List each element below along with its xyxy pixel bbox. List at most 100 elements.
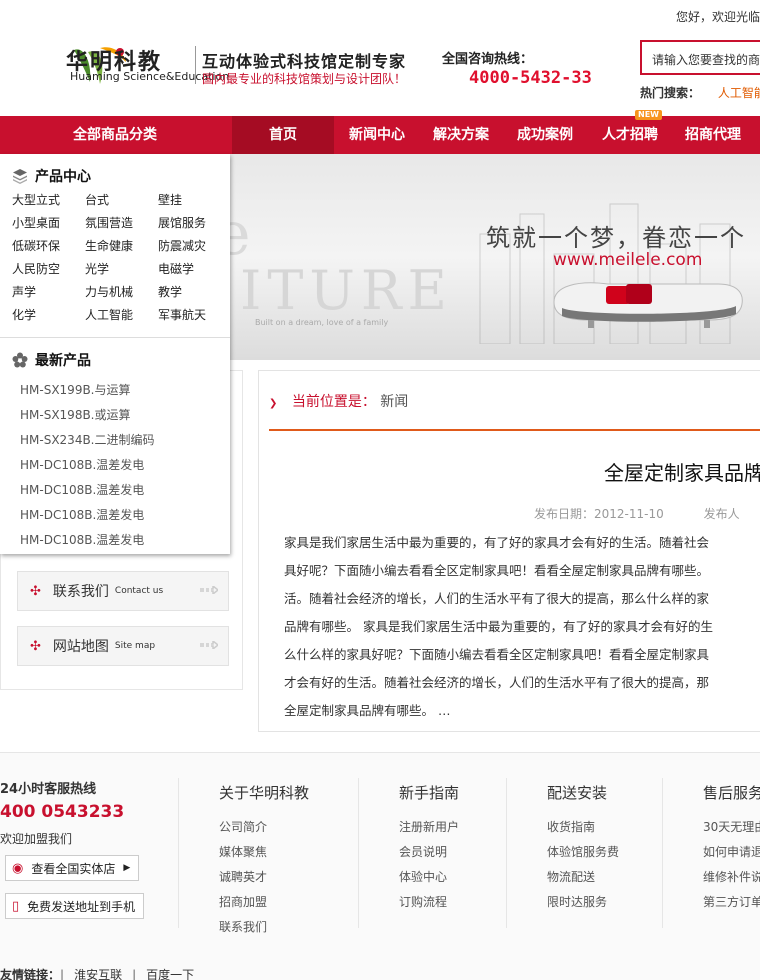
category-link[interactable]: 小型桌面	[12, 215, 85, 231]
category-link[interactable]: 大型立式	[12, 192, 85, 208]
article-body: 家具是我们家居生活中最为重要的，有了好的家具才会有好的生活。随着社会 具好呢？下…	[284, 529, 760, 725]
footer-col-title: 关于华明科教	[219, 784, 310, 802]
category-link[interactable]: 人民防空	[12, 261, 85, 277]
category-link[interactable]: 低碳环保	[12, 238, 85, 254]
footer-link[interactable]: 订购流程	[399, 890, 459, 915]
footer-link[interactable]: 收货指南	[547, 815, 619, 840]
hot-search: 热门搜索： 人工智能	[640, 84, 760, 101]
footer-link[interactable]: 30天无理由	[703, 815, 760, 840]
breadcrumb: ❯ 当前位置是： 新闻	[269, 391, 408, 411]
footer-col-delivery: 配送安装 收货指南 体验馆服务费 物流配送 限时达服务	[547, 782, 619, 915]
nav-agency[interactable]: 招商代理	[672, 116, 754, 154]
category-link[interactable]: 军事航天	[158, 307, 222, 323]
sitemap-button[interactable]: ✣ 网站地图 Site map	[17, 626, 229, 666]
category-link[interactable]: 氛围营造	[85, 215, 158, 231]
category-link[interactable]: 壁挂	[158, 192, 222, 208]
category-link[interactable]: 教学	[158, 284, 222, 300]
send-to-phone-button[interactable]: ▯ 免费发送地址到手机	[5, 893, 145, 919]
map-pin-icon: ◉	[12, 860, 24, 876]
banner-url: www.meilele.com	[553, 250, 703, 270]
footer-col-guide: 新手指南 注册新用户 会员说明 体验中心 订购流程	[399, 782, 459, 915]
category-link[interactable]: 展馆服务	[158, 215, 222, 231]
service-hotline-title: 24小时客服热线	[0, 782, 97, 797]
category-link[interactable]: 声学	[12, 284, 85, 300]
footer-col-title: 售后服务	[703, 784, 760, 802]
category-link[interactable]: 生命健康	[85, 238, 158, 254]
new-badge: NEW	[635, 110, 662, 120]
phone-icon: ▯	[12, 898, 20, 914]
footer-link[interactable]: 联系我们	[219, 915, 309, 940]
article-panel: ❯ 当前位置是： 新闻 全屋定制家具品牌 发布日期：2012-11-10 发布人…	[258, 370, 760, 732]
product-link[interactable]: HM-SX198B.或运算	[20, 403, 155, 428]
search-input[interactable]: 请输入您要查找的商品	[640, 40, 760, 75]
divider	[269, 429, 760, 431]
category-dropdown: 产品中心 大型立式 台式 壁挂 小型桌面 氛围营造 展馆服务 低碳环保 生命健康…	[0, 154, 230, 554]
footer-link[interactable]: 招商加盟	[219, 890, 309, 915]
friend-link[interactable]: 淮安互联	[74, 968, 122, 980]
article-meta: 发布日期：2012-11-10 发布人	[534, 505, 740, 522]
product-link[interactable]: HM-SX199B.与运算	[20, 378, 155, 403]
footer-col-title: 配送安装	[547, 784, 608, 802]
category-link[interactable]: 人工智能	[85, 307, 158, 323]
footer-col-aftersales: 售后服务 30天无理由 如何申请退 维修补件说 第三方订单	[703, 782, 760, 915]
article-line: 家具是我们家居生活中最为重要的，有了好的家具才会有好的生活。随着社会	[284, 535, 710, 550]
main-nav: 全部商品分类 首页 新闻中心 解决方案 成功案例 人才招聘 NEW 招商代理 N…	[0, 110, 760, 154]
divider	[0, 337, 230, 338]
nav-news[interactable]: 新闻中心	[334, 116, 420, 154]
footer-link[interactable]: 物流配送	[547, 865, 619, 890]
footer-link[interactable]: 诚聘英才	[219, 865, 309, 890]
footer-link[interactable]: 公司简介	[219, 815, 309, 840]
category-link[interactable]: 化学	[12, 307, 85, 323]
product-link[interactable]: HM-DC108B.温差发电	[20, 503, 155, 528]
nav-more[interactable]: NE	[754, 116, 760, 154]
product-link[interactable]: HM-DC108B.温差发电	[20, 528, 155, 553]
nav-cases[interactable]: 成功案例	[502, 116, 588, 154]
slogan-sub: 国内最专业的科技馆策划与设计团队！	[202, 72, 407, 86]
product-center-heading: 产品中心	[12, 166, 91, 186]
product-center-title: 产品中心	[35, 169, 91, 185]
footer-link[interactable]: 会员说明	[399, 840, 459, 865]
footer-link[interactable]: 媒体聚焦	[219, 840, 309, 865]
contact-label-en: Contact us	[114, 586, 164, 596]
product-link[interactable]: HM-DC108B.温差发电	[20, 453, 155, 478]
arrow-right-icon	[200, 641, 218, 649]
banner-title: 筑就一个梦，眷恋一个	[486, 224, 746, 252]
breadcrumb-label: 当前位置是：	[291, 394, 376, 410]
article-title: 全屋定制家具品牌	[604, 461, 760, 485]
footer-link[interactable]: 限时达服务	[547, 890, 619, 915]
flower-icon	[12, 352, 28, 368]
plus-icon: ✣	[30, 583, 41, 599]
category-link[interactable]: 力与机械	[85, 284, 158, 300]
footer-link[interactable]: 如何申请退	[703, 840, 760, 865]
all-categories-button[interactable]: 全部商品分类	[0, 116, 230, 154]
category-link[interactable]: 防震减灾	[158, 238, 222, 254]
contact-us-button[interactable]: ✣ 联系我们 Contact us	[17, 571, 229, 611]
footer-link[interactable]: 体验馆服务费	[547, 840, 619, 865]
category-link[interactable]: 光学	[85, 261, 158, 277]
article-line: 么什么样的家具好呢？下面随小编去看看全区定制家具吧！看看全屋定制家具	[284, 647, 710, 662]
arrow-right-icon	[200, 586, 218, 594]
footer-link[interactable]: 体验中心	[399, 865, 459, 890]
hot-search-link[interactable]: 人工智能	[718, 86, 760, 100]
nav-home[interactable]: 首页	[232, 116, 334, 154]
plus-icon: ✣	[30, 638, 41, 654]
breadcrumb-current[interactable]: 新闻	[380, 394, 408, 410]
product-link[interactable]: HM-SX234B.二进制编码	[20, 428, 155, 453]
view-stores-button[interactable]: ◉ 查看全国实体店 ▶	[5, 855, 140, 881]
publish-date: 发布日期：2012-11-10	[534, 507, 664, 521]
category-link[interactable]: 台式	[85, 192, 158, 208]
footer-divider	[178, 778, 179, 928]
product-link[interactable]: HM-DC108B.温差发电	[20, 478, 155, 503]
footer-link[interactable]: 第三方订单	[703, 890, 760, 915]
publisher: 发布人	[703, 507, 740, 521]
footer-link[interactable]: 注册新用户	[399, 815, 459, 840]
nav-solutions[interactable]: 解决方案	[420, 116, 502, 154]
hotline-label: 全国咨询热线：	[442, 52, 534, 67]
view-stores-label: 查看全国实体店	[31, 861, 116, 876]
nav-recruit[interactable]: 人才招聘 NEW	[588, 110, 672, 154]
friend-link[interactable]: 百度一下	[146, 968, 194, 980]
footer-link[interactable]: 维修补件说	[703, 865, 760, 890]
footer-divider	[506, 778, 507, 928]
category-link[interactable]: 电磁学	[158, 261, 222, 277]
welcome-text: 您好，欢迎光临	[675, 10, 760, 24]
